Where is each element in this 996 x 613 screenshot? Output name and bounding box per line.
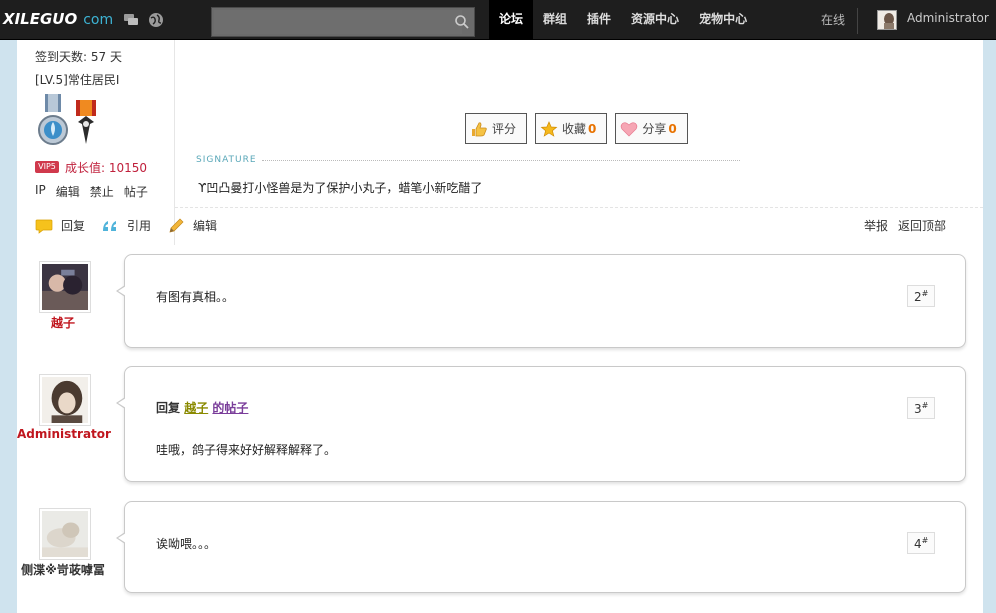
admin-link-ban[interactable]: 禁止 [90,183,114,200]
reply-author[interactable]: 侧渫※岢荍嘑冨 [17,561,109,578]
reply-label: 回复 [61,219,86,233]
avatar-image [42,511,88,557]
floor-value: 2 [914,290,922,304]
chat-icon[interactable] [123,12,139,28]
signature-divider [262,160,740,161]
edit-action[interactable]: 编辑 [167,217,217,234]
quote-action[interactable]: 引用 [101,217,151,234]
growth-value: VIP5 成长值: 10150 [35,159,147,175]
globe-icon[interactable] [148,12,164,28]
edit-label: 编辑 [193,219,218,233]
signature-text: ϒ凹凸曼打小怪兽是为了保护小丸子，蜡笔小新吃醋了 [198,181,483,195]
nav-item-groups[interactable]: 群组 [533,0,577,40]
reply-post: 侧渫※岢荍嘑冨 诶呦喂。。。 4# [17,501,983,601]
quote-header: 回复 越子 的帖子 [156,399,248,416]
avatar[interactable] [39,261,91,313]
reply-text: 哇哦，鸽子得来好好解释解释了。 [156,443,337,457]
reply-text: 诶呦喂。。。 [156,537,217,551]
author-profile: 签到天数: 57 天 [LV.5]常住居民I VIP5 成长值: 10150 I… [17,40,175,245]
rate-button[interactable]: 评分 [465,113,528,144]
post-divider [175,207,983,208]
avatar[interactable] [39,374,91,426]
page-side-margin [983,40,996,613]
nav-item-pets[interactable]: 宠物中心 [689,0,757,40]
signin-days: 签到天数: 57 天 [35,50,122,64]
user-avatar[interactable] [877,10,897,30]
badge-icon[interactable] [74,100,98,146]
divider [857,8,858,34]
quote-user-link[interactable]: 越子 [184,401,208,415]
floor-number[interactable]: 3# [907,397,935,419]
post-right-links: 举报 返回顶部 [864,217,946,234]
search-icon[interactable] [454,14,470,30]
user-level[interactable]: [LV.5]常住居民I [35,71,119,88]
admin-link-ip[interactable]: IP [35,183,46,200]
reply-post: 越子 有图有真相。。 2# [17,254,983,354]
favorite-button[interactable]: 收藏 0 [535,113,608,144]
floor-mark: # [921,289,929,298]
post-area: 签到天数: 57 天 [LV.5]常住居民I VIP5 成长值: 10150 I… [17,40,983,613]
floor-number[interactable]: 2# [907,285,935,307]
report-link[interactable]: 举报 [864,217,888,234]
logo-sub-text: com [83,12,114,28]
share-label: 分享 [642,122,667,136]
favorite-count: 0 [588,121,597,136]
quote-prefix: 回复 [156,401,181,415]
star-icon [540,120,558,137]
reply-author[interactable]: 越子 [27,314,99,331]
pencil-icon [169,218,184,232]
reply-post: Administrator 回复 越子 的帖子 哇哦，鸽子得来好好解释解释了。 … [17,366,983,484]
user-name[interactable]: Administrator [907,11,989,25]
avatar-image [42,264,88,310]
favorite-label: 收藏 [562,122,587,136]
floor-value: 3 [914,402,922,416]
avatar-image [42,377,88,423]
reply-bubble: 有图有真相。。 2# [116,254,966,348]
floor-mark: # [921,401,929,410]
admin-link-edit[interactable]: 编辑 [56,183,80,200]
admin-links: IP 编辑 禁止 帖子 [35,183,148,200]
nav-item-plugins[interactable]: 插件 [577,0,621,40]
avatar[interactable] [39,508,91,560]
reply-bubble: 回复 越子 的帖子 哇哦，鸽子得来好好解释解释了。 3# [116,366,966,482]
floor-number[interactable]: 4# [907,532,935,554]
site-logo[interactable]: XILEGUO com [3,10,113,30]
signature-label: SIGNATURE [196,155,257,165]
top-navbar: XILEGUO com 论坛 群组 插件 资源中心 宠物中心 在线 Admini… [0,0,996,40]
reply-bubble: 诶呦喂。。。 4# [116,501,966,593]
floor-mark: # [921,536,929,545]
reply-bubble-icon [35,219,53,234]
medal-icon[interactable] [36,94,70,150]
quote-post-link[interactable]: 的帖子 [212,401,248,415]
post-buttons: 评分 收藏 0 分享 0 [465,113,688,144]
reply-author[interactable]: Administrator [17,427,111,441]
share-count: 0 [668,121,677,136]
main-nav: 论坛 群组 插件 资源中心 宠物中心 [489,0,757,40]
quote-label: 引用 [127,219,152,233]
vip-badge: VIP5 [35,161,59,173]
thumbs-up-icon [472,121,487,136]
search-input[interactable] [214,10,462,34]
quote-icon [103,220,117,231]
reply-action[interactable]: 回复 [35,217,85,234]
growth-text: 成长值: 10150 [65,160,148,175]
back-to-top-link[interactable]: 返回顶部 [898,217,946,234]
nav-item-resources[interactable]: 资源中心 [621,0,689,40]
search-box [211,7,475,37]
rate-label: 评分 [492,122,517,136]
reply-text: 有图有真相。。 [156,290,235,304]
admin-link-posts[interactable]: 帖子 [124,183,148,200]
share-button[interactable]: 分享 0 [615,113,688,144]
online-status[interactable]: 在线 [821,11,845,28]
heart-icon [621,121,638,136]
nav-item-forum[interactable]: 论坛 [489,0,534,40]
avatar-image [878,11,896,29]
floor-value: 4 [914,537,922,551]
post-actions: 回复 引用 编辑 [35,217,233,234]
logo-main-text: XILEGUO [3,10,78,28]
